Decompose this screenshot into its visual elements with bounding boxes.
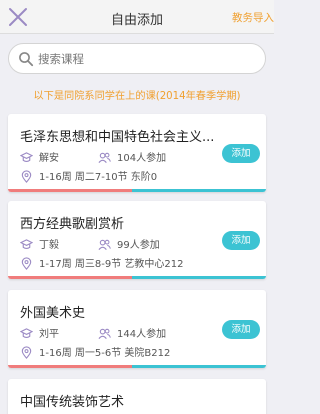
card-divider (8, 365, 266, 368)
participants: 144人参加 (98, 325, 166, 340)
academic-import-button[interactable]: 教务导入 (232, 10, 274, 25)
course-card: 外国美术史 刘平 144人参加 1-16周 周一5-6节 美院B212 添加 (8, 290, 266, 368)
people-icon (98, 152, 111, 163)
search-input[interactable] (38, 50, 248, 68)
search-box[interactable] (8, 43, 266, 74)
teacher-name: 解安 (39, 153, 59, 164)
course-name: 毛泽东思想和中国特色社会主义... (20, 130, 215, 145)
teacher-icon (19, 239, 34, 250)
card-divider (8, 276, 266, 279)
course-schedule: 1-16周 周一5-6节 美院B212 (39, 348, 171, 359)
add-course-button[interactable]: 添加 (222, 320, 260, 339)
classmates-courses-notice: 以下是同院系同学在上的课(2014年春季学期) (33, 91, 241, 102)
teacher-row: 刘平 144人参加 (19, 325, 166, 340)
teacher-name: 刘平 (39, 329, 59, 340)
add-course-button[interactable]: 添加 (222, 144, 260, 163)
people-icon (98, 328, 111, 339)
course-card: 中国传统装饰艺术 (8, 379, 266, 414)
add-course-button[interactable]: 添加 (222, 231, 260, 250)
people-icon (98, 239, 111, 250)
participant-count: 99人参加 (117, 240, 160, 251)
teacher-icon (19, 152, 34, 163)
search-icon (19, 52, 34, 67)
course-schedule: 1-17周 周三8-9节 艺教中心212 (39, 259, 184, 270)
course-card: 西方经典歌剧赏析 丁毅 99人参加 1-17周 周三8-9节 艺教中心212 添… (8, 201, 266, 279)
course-schedule: 1-16周 周二7-10节 东阶0 (39, 172, 158, 183)
schedule-row: 1-16周 周一5-6节 美院B212 (20, 344, 170, 359)
participants: 104人参加 (98, 149, 166, 164)
course-card: 毛泽东思想和中国特色社会主义... 解安 104人参加 1-16周 周二7-10… (8, 114, 266, 192)
teacher-row: 丁毅 99人参加 (19, 236, 160, 251)
participant-count: 104人参加 (117, 153, 167, 164)
course-name: 中国传统装饰艺术 (20, 395, 125, 410)
location-icon (21, 346, 32, 359)
card-divider (8, 189, 266, 192)
teacher-name: 丁毅 (39, 240, 59, 251)
top-bar: 自由添加 教务导入 (0, 0, 274, 34)
teacher-icon (19, 328, 34, 339)
course-name: 外国美术史 (20, 306, 86, 321)
location-icon (21, 170, 32, 183)
schedule-row: 1-16周 周二7-10节 东阶0 (20, 168, 157, 183)
location-icon (21, 257, 32, 270)
participants: 99人参加 (98, 236, 160, 251)
participant-count: 144人参加 (117, 329, 167, 340)
course-name: 西方经典歌剧赏析 (20, 217, 125, 232)
teacher-row: 解安 104人参加 (19, 149, 166, 164)
schedule-row: 1-17周 周三8-9节 艺教中心212 (20, 255, 183, 270)
